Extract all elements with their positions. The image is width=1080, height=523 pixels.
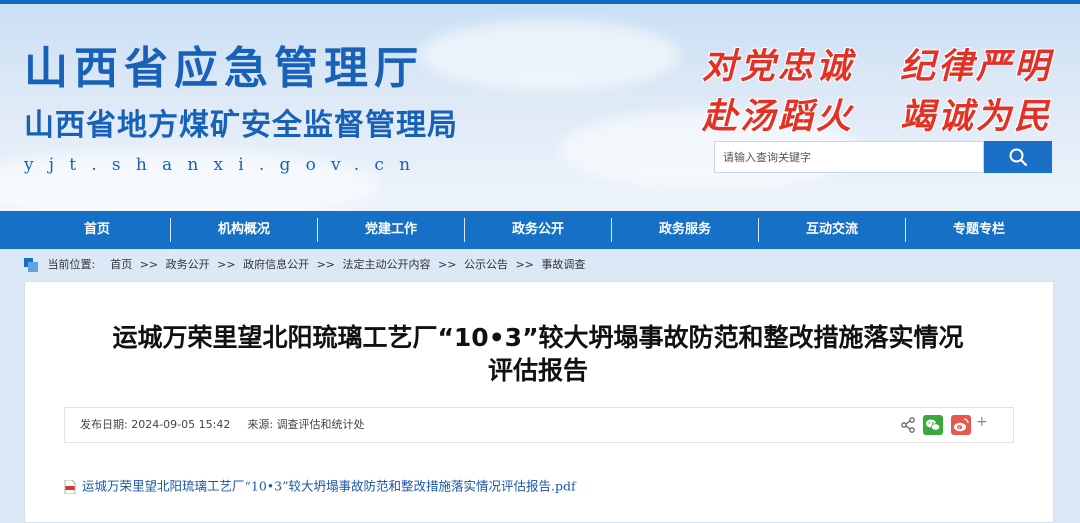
slogan-3: 赴汤蹈火 [702, 96, 855, 137]
breadcrumb-separator: >> [217, 258, 236, 271]
search-input[interactable] [714, 141, 984, 173]
breadcrumb-separator: >> [438, 258, 457, 271]
site-header: 山西省应急管理厅 山西省地方煤矿安全监督管理局 yjt.shanxi.gov.c… [0, 0, 1080, 211]
nav-separator [464, 218, 465, 242]
nav-separator [611, 218, 612, 242]
slogan-2: 纪律严明 [900, 46, 1053, 87]
site-subtitle: 山西省地方煤矿安全监督管理局 [24, 108, 458, 143]
source-label: 来源: [247, 418, 274, 431]
article-meta-bar: 发布日期: 2024-09-05 15:42 来源: 调查评估和统计处 + [64, 407, 1014, 443]
location-icon [24, 258, 38, 272]
site-title[interactable]: 山西省应急管理厅 [24, 32, 424, 96]
nav-gov-open[interactable]: 政务公开 [468, 211, 608, 249]
search-button[interactable] [984, 141, 1052, 173]
publish-date: 2024-09-05 15:42 [131, 418, 231, 431]
nav-home[interactable]: 首页 [27, 211, 167, 249]
header-cloud [420, 20, 680, 90]
publish-date-label: 发布日期: [80, 418, 128, 431]
breadcrumb-item-home[interactable]: 首页 [110, 258, 132, 271]
weibo-icon[interactable] [951, 415, 971, 435]
breadcrumb: 当前位置: 首页 >> 政务公开 >> 政府信息公开 >> 法定主动公开内容 >… [24, 256, 585, 274]
nav-party[interactable]: 党建工作 [321, 211, 461, 249]
nav-separator [905, 218, 906, 242]
nav-interaction[interactable]: 互动交流 [762, 211, 902, 249]
attachment-filename: 运城万荣里望北阳琉璃工艺厂“10•3”较大坍塌事故防范和整改措施落实情况评估报告… [81, 478, 576, 494]
nav-separator [758, 218, 759, 242]
share-icon[interactable] [901, 417, 915, 433]
search-icon [1009, 148, 1028, 167]
source-value: 调查评估和统计处 [276, 418, 365, 431]
attachment-link[interactable]: 运城万荣里望北阳琉璃工艺厂“10•3”较大坍塌事故防范和整改措施落实情况评估报告… [64, 476, 576, 496]
nav-separator [317, 218, 318, 242]
share-more-button[interactable]: + [976, 413, 988, 431]
breadcrumb-separator: >> [316, 258, 336, 271]
nav-separator [170, 218, 171, 242]
slogan-4: 竭诚为民 [900, 96, 1053, 137]
article-meta: 发布日期: 2024-09-05 15:42 来源: 调查评估和统计处 [80, 408, 365, 442]
article-title: 运城万荣里望北阳琉璃工艺厂“10•3”较大坍塌事故防范和整改措施落实情况 评估报… [24, 321, 1052, 387]
pdf-icon [64, 479, 76, 494]
breadcrumb-separator: >> [139, 258, 159, 271]
article-title-line-2: 评估报告 [487, 356, 588, 385]
breadcrumb-item-gov-info[interactable]: 政府信息公开 [243, 258, 309, 271]
breadcrumb-item-statutory[interactable]: 法定主动公开内容 [343, 258, 431, 271]
breadcrumb-label: 当前位置: [47, 258, 96, 271]
breadcrumb-item-gov-open[interactable]: 政务公开 [166, 258, 210, 271]
wechat-icon[interactable] [923, 415, 943, 435]
nav-topics[interactable]: 专题专栏 [909, 211, 1049, 249]
main-nav: 首页 机构概况 党建工作 政务公开 政务服务 互动交流 专题专栏 [0, 211, 1080, 249]
site-domain: yjt.shanxi.gov.cn [24, 155, 426, 175]
header-top-line [0, 0, 1080, 4]
nav-org[interactable]: 机构概况 [174, 211, 314, 249]
breadcrumb-item-accident[interactable]: 事故调查 [541, 258, 585, 271]
nav-gov-service[interactable]: 政务服务 [615, 211, 755, 249]
breadcrumb-separator: >> [515, 258, 534, 271]
article-title-line-1: 运城万荣里望北阳琉璃工艺厂“10•3”较大坍塌事故防范和整改措施落实情况 [112, 323, 964, 352]
slogan-1: 对党忠诚 [702, 46, 855, 87]
breadcrumb-item-notice[interactable]: 公示公告 [464, 258, 508, 271]
